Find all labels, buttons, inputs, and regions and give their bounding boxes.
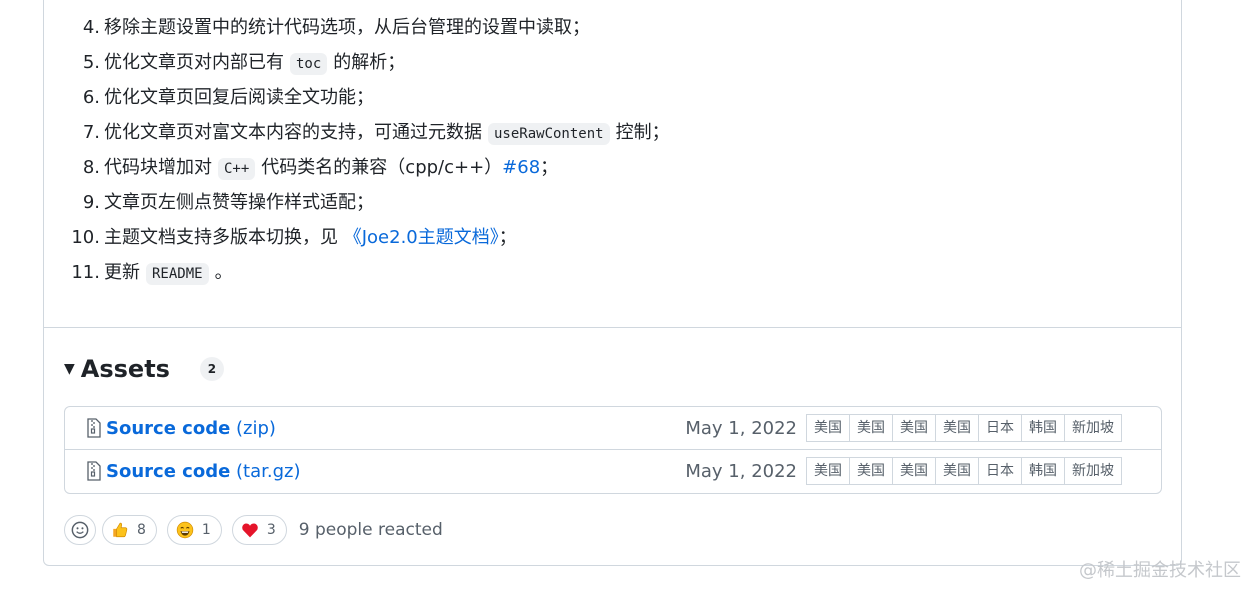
asset-name-suffix: (zip) — [230, 418, 276, 439]
note-link[interactable]: #68 — [502, 157, 540, 178]
note-text-segment: 文章页左侧点赞等操作样式适配； — [104, 192, 374, 213]
list-number: 4. — [82, 17, 100, 38]
smiley-icon — [71, 521, 89, 539]
release-note-item: 7. 优化文章页对富文本内容的支持，可通过元数据 useRawContent 控制； — [0, 118, 900, 148]
mirror-download-button[interactable]: 日本 — [979, 458, 1022, 484]
list-number: 8. — [82, 157, 100, 178]
inline-code: useRawContent — [488, 123, 610, 145]
reaction-button[interactable]: 1 — [166, 515, 222, 545]
list-number: 10. — [71, 227, 100, 248]
note-text-segment: 主题文档支持多版本切换，见 — [104, 227, 344, 248]
asset-date: May 1, 2022 — [685, 418, 797, 439]
mirror-download-button[interactable]: 新加坡 — [1065, 415, 1121, 441]
asset-date: May 1, 2022 — [685, 461, 797, 482]
laugh-icon — [176, 521, 194, 539]
assets-count-badge: 2 — [199, 357, 224, 381]
mirror-download-button[interactable]: 美国 — [807, 458, 850, 484]
mirror-download-button[interactable]: 美国 — [893, 415, 936, 441]
release-note-item: 8. 代码块增加对 C++ 代码类名的兼容（cpp/c++）#68； — [0, 153, 900, 183]
caret-down-icon[interactable]: ▼ — [64, 361, 75, 377]
note-text-segment: 更新 — [104, 262, 140, 283]
mirror-download-button[interactable]: 美国 — [850, 458, 893, 484]
inline-code: README — [146, 263, 209, 285]
note-text-segment: 控制； — [615, 122, 670, 143]
release-note-text: 主题文档支持多版本切换，见 《Joe2.0主题文档》； — [104, 223, 517, 253]
note-text-segment: 优化文章页回复后阅读全文功能； — [104, 87, 374, 108]
asset-download-link[interactable]: Source code (tar.gz) — [106, 450, 301, 493]
note-text-segment: 代码块增加对 — [104, 157, 212, 178]
mirror-download-button[interactable]: 韩国 — [1022, 415, 1065, 441]
mirror-download-button[interactable]: 美国 — [893, 458, 936, 484]
assets-list: Source code (zip) May 1, 2022 美国 美国 美国 美国 日本 韩国… — [64, 406, 1162, 494]
reaction-button[interactable]: 8 — [102, 515, 157, 545]
release-note-text: 移除主题设置中的统计代码选项，从后台管理的设置中读取； — [104, 13, 590, 43]
mirror-download-button[interactable]: 韩国 — [1022, 458, 1065, 484]
release-note-text: 优化文章页对富文本内容的支持，可通过元数据 useRawContent 控制； — [104, 118, 670, 149]
heart-icon — [241, 521, 259, 539]
asset-name-bold: Source code — [106, 418, 231, 439]
asset-row: Source code (tar.gz) May 1, 2022 美国 美国 美国 美国日… — [65, 450, 1161, 493]
list-number: 9. — [82, 192, 100, 213]
release-note-text: 优化文章页对内部已有 toc 的解析； — [104, 48, 405, 79]
asset-row: Source code (zip) May 1, 2022 美国 美国 美国 美国 日本 韩国… — [65, 407, 1161, 450]
release-note-item: 11. 更新 README。 — [0, 258, 900, 288]
release-note-item: 10. 主题文档支持多版本切换，见 《Joe2.0主题文档》； — [0, 223, 900, 253]
note-text-segment: 优化文章页对内部已有 — [104, 52, 284, 73]
mirror-buttons: 美国 美国 美国 美国 日本 韩国 新加坡 — [806, 414, 1122, 442]
reaction-count: 3 — [266, 522, 276, 538]
inline-code: C++ — [218, 158, 256, 180]
note-text-segment: 的解析； — [333, 52, 406, 73]
asset-name-suffix: (tar.gz) — [230, 461, 301, 482]
add-reaction-button[interactable] — [64, 515, 96, 545]
note-text-segment: 移除主题设置中的统计代码选项，从后台管理的设置中读取； — [104, 17, 590, 38]
asset-download-link[interactable]: Source code (zip) — [106, 407, 276, 450]
release-note-text: 优化文章页回复后阅读全文功能； — [104, 83, 374, 113]
release-note-item: 4. 移除主题设置中的统计代码选项，从后台管理的设置中读取； — [0, 13, 900, 43]
reactions-bar: 8 1 3 9 people reacted — [64, 514, 443, 546]
release-note-text: 文章页左侧点赞等操作样式适配； — [104, 188, 374, 218]
reaction-button[interactable]: 3 — [231, 515, 287, 545]
note-text-segment: 。 — [214, 262, 233, 283]
release-note-item: 5. 优化文章页对内部已有 toc 的解析； — [0, 48, 900, 78]
release-note-text: 代码块增加对 C++ 代码类名的兼容（cpp/c++）#68； — [104, 153, 558, 184]
file-zip-icon — [86, 418, 102, 438]
thumbs-up-icon — [111, 521, 129, 539]
asset-name-bold: Source code — [106, 461, 231, 482]
note-link[interactable]: 《Joe2.0主题文档》 — [344, 227, 499, 248]
reactions-summary: 9 people reacted — [298, 520, 443, 540]
release-note-text: 更新 README。 — [104, 258, 233, 289]
release-note-item: 9. 文章页左侧点赞等操作样式适配； — [0, 188, 900, 218]
note-text-segment: ； — [498, 227, 517, 248]
mirror-download-button[interactable]: 美国 — [936, 415, 979, 441]
mirror-download-button[interactable]: 美国 — [936, 458, 979, 484]
mirror-download-button[interactable]: 美国 — [807, 415, 850, 441]
list-number: 5. — [82, 52, 100, 73]
divider — [44, 327, 1182, 328]
note-text-segment: 代码类名的兼容（cpp/c++） — [261, 157, 503, 178]
reaction-count: 8 — [137, 522, 146, 538]
inline-code: toc — [290, 53, 328, 75]
reaction-count: 1 — [201, 522, 211, 538]
watermark: @稀土掘金技术社区 — [1079, 560, 1241, 581]
list-number: 7. — [82, 122, 100, 143]
mirror-download-button[interactable]: 日本 — [979, 415, 1022, 441]
assets-header[interactable]: ▼ Assets 2 — [64, 352, 224, 386]
mirror-buttons: 美国 美国 美国 美国 日本 韩国 新加坡 — [806, 457, 1122, 485]
assets-title: Assets — [80, 355, 170, 383]
mirror-download-button[interactable]: 新加坡 — [1065, 458, 1121, 484]
release-note-item: 6. 优化文章页回复后阅读全文功能； — [0, 83, 900, 113]
note-text-segment: ； — [540, 157, 559, 178]
file-zip-icon — [86, 461, 102, 481]
mirror-download-button[interactable]: 美国 — [850, 415, 893, 441]
list-number: 11. — [71, 262, 100, 283]
list-number: 6. — [82, 87, 100, 108]
note-text-segment: 优化文章页对富文本内容的支持，可通过元数据 — [104, 122, 482, 143]
